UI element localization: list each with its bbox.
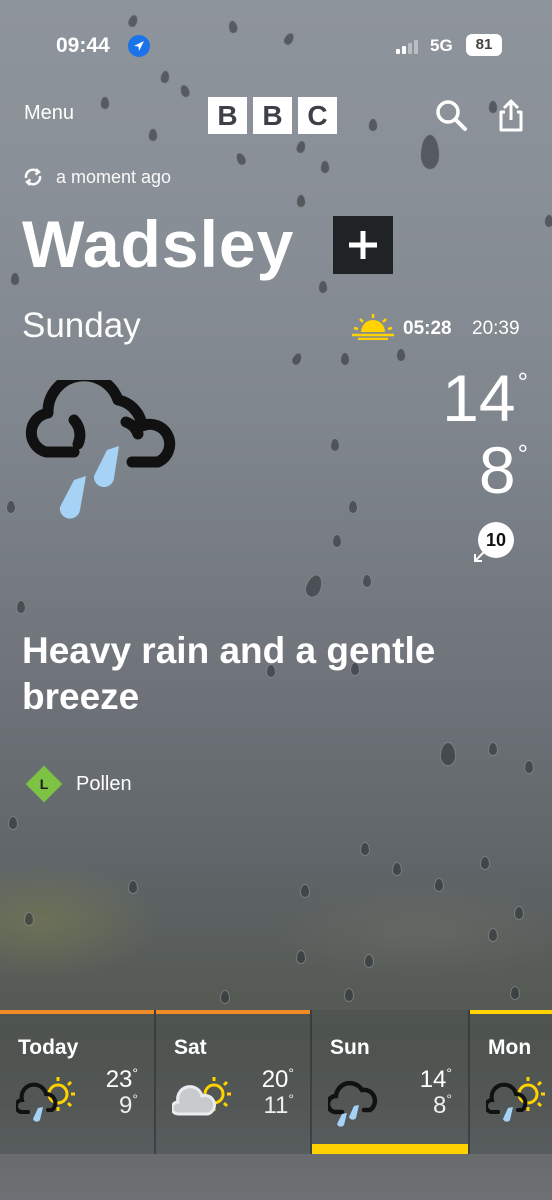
selected-day-indicator	[312, 1144, 468, 1154]
last-updated[interactable]: a moment ago	[22, 166, 171, 188]
pollen-label: Pollen	[76, 772, 132, 795]
forecast-low: 9°	[119, 1091, 138, 1120]
forecast-day-name: Today	[18, 1036, 79, 1059]
temp-high-value: 14	[442, 361, 516, 435]
bottom-area	[0, 1154, 552, 1200]
forecast-high-value: 23	[105, 1066, 133, 1093]
forecast-high: 14°	[419, 1065, 452, 1094]
add-location-button[interactable]	[333, 216, 393, 274]
signal-bars-icon	[396, 40, 418, 54]
forecast-divider	[154, 1010, 156, 1154]
forecast-low-value: 8	[433, 1092, 447, 1119]
menu-button[interactable]: Menu	[24, 102, 74, 125]
bbc-logo-letter: B	[208, 97, 247, 134]
forecast-day-mon[interactable]: Mon	[470, 1010, 552, 1154]
forecast-low: 8°	[433, 1091, 452, 1120]
sunrise-time: 05:28	[403, 318, 452, 339]
bbc-logo-letter: B	[253, 97, 292, 134]
network-type: 5G	[430, 36, 453, 55]
wind-direction-arrow-icon	[474, 551, 485, 562]
forecast-divider	[468, 1010, 470, 1154]
temp-high: 14°	[442, 360, 528, 436]
last-updated-text: a moment ago	[56, 166, 172, 187]
background-foliage-blur	[0, 860, 552, 1020]
heavy-rain-cloud-icon	[25, 380, 176, 519]
degree-symbol: °	[517, 439, 528, 469]
status-time: 09:44	[56, 34, 110, 57]
temp-low-value: 8	[478, 433, 516, 507]
forecast-high: 20°	[261, 1065, 294, 1094]
forecast-day-name: Mon	[488, 1036, 532, 1059]
rain-cloud-icon	[328, 1080, 378, 1127]
degree-symbol: °	[517, 367, 528, 397]
forecast-day-name: Sun	[330, 1036, 370, 1059]
status-bar: 09:44 5G 81	[0, 30, 552, 62]
forecast-low-value: 11	[263, 1092, 289, 1119]
wind-speed-indicator: 10	[472, 520, 518, 566]
forecast-day-name: Sat	[174, 1036, 207, 1059]
share-icon[interactable]	[496, 98, 526, 132]
sunset-time: 20:39	[472, 318, 520, 339]
weather-summary: Heavy rain and a gentle breeze	[22, 630, 436, 717]
location-name: Wadsley	[22, 207, 295, 281]
degree-symbol: °	[132, 1091, 138, 1107]
current-day: Sunday	[22, 306, 141, 345]
degree-symbol: °	[132, 1065, 138, 1081]
forecast-day-sun[interactable]: Sun 14° 8°	[312, 1010, 468, 1154]
sun-cloud-rain-icon	[16, 1077, 75, 1122]
plus-icon	[349, 231, 377, 259]
pollen-indicator[interactable]: L Pollen	[25, 765, 132, 803]
temp-low: 8°	[479, 432, 528, 508]
degree-symbol: °	[288, 1065, 294, 1081]
forecast-high-value: 14	[419, 1066, 447, 1093]
forecast-day-sat[interactable]: Sat 20° 11°	[156, 1010, 310, 1154]
sun-cloud-icon	[172, 1077, 231, 1116]
bbc-logo-letter: C	[298, 97, 337, 134]
forecast-high: 23°	[105, 1065, 138, 1094]
battery-indicator: 81	[466, 34, 502, 56]
forecast-day-today[interactable]: Today 23° 9°	[0, 1010, 154, 1154]
degree-symbol: °	[446, 1091, 452, 1107]
bbc-logo[interactable]: B B C	[208, 97, 337, 134]
sun-cloud-rain-icon	[486, 1077, 545, 1122]
forecast-divider	[310, 1010, 312, 1154]
pollen-level-badge: L	[25, 765, 63, 803]
forecast-high-value: 20	[261, 1066, 289, 1093]
refresh-icon	[24, 168, 42, 186]
sunrise-icon	[352, 314, 394, 340]
degree-symbol: °	[288, 1091, 294, 1107]
forecast-low-value: 9	[119, 1092, 133, 1119]
forecast-low: 11°	[263, 1091, 294, 1120]
degree-symbol: °	[446, 1065, 452, 1081]
pollen-level: L	[39, 776, 49, 792]
location-arrow-icon	[128, 35, 150, 57]
search-icon[interactable]	[434, 98, 468, 132]
